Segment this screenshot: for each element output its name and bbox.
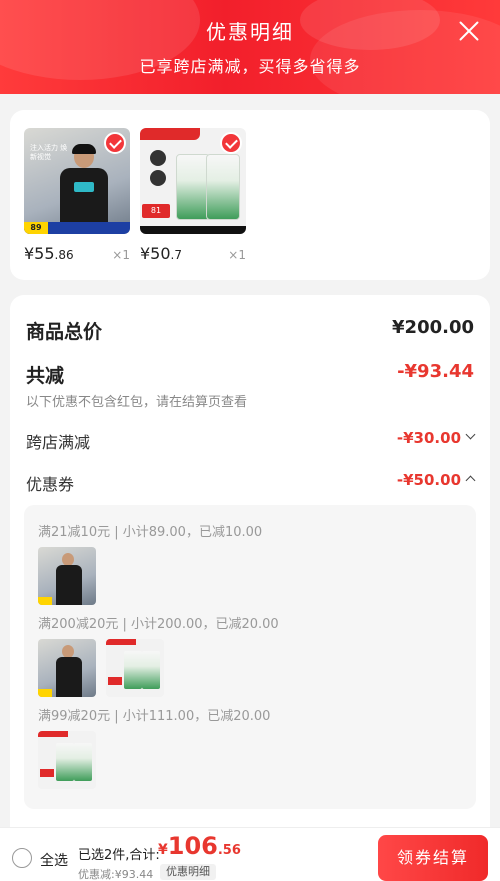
cross-store-label: 跨店满减 [26,433,91,452]
product-price: ¥55.86 [24,244,74,263]
product-qty: ×1 [112,248,130,262]
product-qty: ×1 [228,248,246,262]
coupon-product-thumb [38,639,96,697]
selected-products-card: 注入活力 焕新视觉 89 ¥55.86 ×1 81 ¥50.7 ×1 [10,110,490,280]
discount-amount: 优惠减:¥93.44 [78,868,154,881]
coupon-line: 满99减20元 | 小计111.00，已减20.00 [38,709,271,724]
cross-store-value[interactable]: -¥30.00 [397,429,476,447]
product-price: ¥50.7 [140,244,182,263]
discount-detail-button[interactable]: 优惠明细 [160,864,216,880]
product-item[interactable]: 注入活力 焕新视觉 89 ¥55.86 ×1 [24,128,130,263]
product-image-badge: 89 [24,222,48,234]
coupon-product-thumb [38,547,96,605]
coupon-line: 满200减20元 | 小计200.00，已减20.00 [38,617,279,632]
selected-count-text: 已选2件,合计: [78,848,160,863]
discount-note: 以下优惠不包含红包，请在结算页查看 [26,395,248,410]
checkout-bar: 全选 已选2件,合计: ¥106.56 优惠减:¥93.44 优惠明细 领券结算 [0,827,500,881]
total-amount: ¥106.56 [158,832,241,860]
checkout-button[interactable]: 领券结算 [378,835,488,881]
header-banner: 优惠明细 已享跨店满减，买得多省得多 [0,0,500,94]
select-all-label[interactable]: 全选 [40,850,68,870]
select-all-radio[interactable] [12,848,32,868]
coupon-line: 满21减10元 | 小计89.00，已减10.00 [38,525,263,540]
price-summary-card: 商品总价 ¥200.00 共减 -¥93.44 以下优惠不包含红包，请在结算页查… [10,295,490,881]
chevron-down-icon[interactable] [465,429,476,440]
product-image-badge: 81 [142,204,170,218]
product-image-bag[interactable]: 81 [140,128,246,234]
page-title: 优惠明细 [206,20,294,44]
coupon-value[interactable]: -¥50.00 [397,471,476,489]
page-subtitle: 已享跨店满减，买得多省得多 [139,57,361,76]
coupon-label: 优惠券 [26,475,75,494]
discount-value: -¥93.44 [397,361,474,382]
check-icon[interactable] [220,132,242,154]
discount-label: 共减 [26,365,65,387]
check-icon[interactable] [104,132,126,154]
total-price-label: 商品总价 [26,321,103,343]
chevron-up-icon[interactable] [465,475,476,486]
close-icon[interactable] [456,18,482,44]
coupon-product-thumb [38,731,96,789]
coupon-detail-box: 满21减10元 | 小计89.00，已减10.00 满200减20元 | 小计2… [24,505,476,809]
product-image-shirt[interactable]: 注入活力 焕新视觉 89 [24,128,130,234]
total-price-value: ¥200.00 [392,317,474,338]
coupon-product-thumb [106,639,164,697]
product-item[interactable]: 81 ¥50.7 ×1 [140,128,246,263]
